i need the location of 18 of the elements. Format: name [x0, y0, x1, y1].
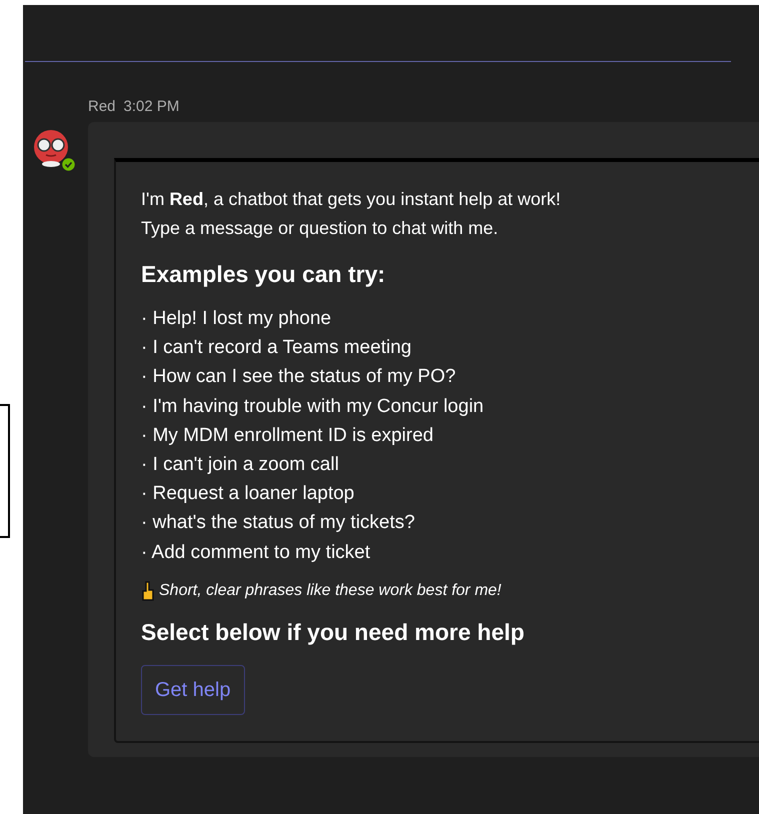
message-time: 3:02 PM [124, 96, 180, 117]
example-item: · Request a loaner laptop [141, 482, 356, 506]
example-item: · what's the status of my tickets? [141, 511, 416, 536]
pointing-hand-icon [141, 580, 155, 601]
tip-text: Short, clear phrases like these work best for me! [159, 580, 502, 601]
example-item: · I can't join a zoom call [141, 453, 340, 478]
get-help-button[interactable]: Get help [141, 664, 245, 715]
example-item: · Add comment to my ticket [141, 540, 372, 565]
example-item: · I can't record a Teams meeting [141, 336, 412, 360]
example-item: · Help! I lost my phone [141, 307, 332, 331]
section-heading: Examples you can try: [141, 260, 386, 289]
example-item: · How can I see the status of my PO? [141, 365, 457, 390]
intro-text: Type a message or question to chat with me. [141, 217, 500, 240]
example-item: · I'm having trouble with my Concur login [141, 394, 485, 419]
intro-text: I'm Red, a chatbot that gets you instant help at work! [141, 188, 562, 211]
section-heading: Select below if you need more help [141, 618, 526, 647]
sender-name: Red [88, 96, 116, 117]
example-item: · My MDM enrollment ID is expired [141, 424, 434, 448]
